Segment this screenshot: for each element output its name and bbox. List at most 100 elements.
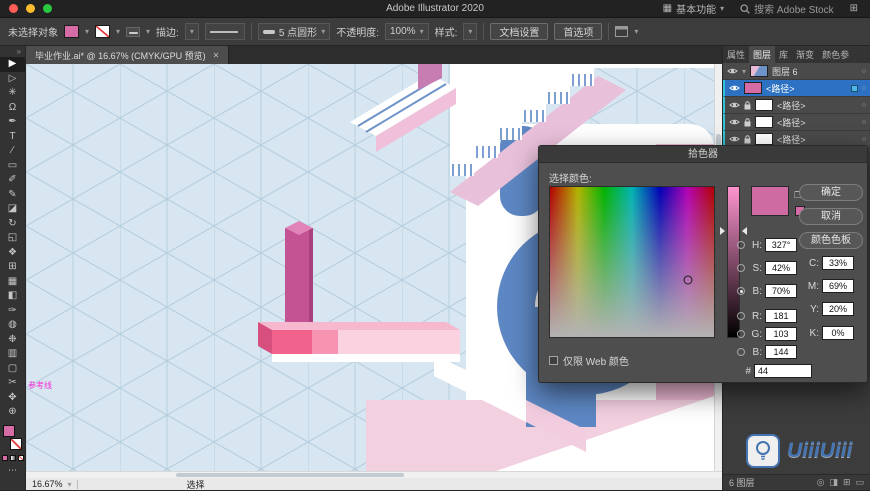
brush-definition-icon[interactable] bbox=[126, 26, 141, 37]
color-swatches-button[interactable]: 颜色色板 bbox=[799, 232, 863, 249]
document-tab[interactable]: 毕业作业.ai* @ 16.67% (CMYK/GPU 预览) ✕ bbox=[26, 46, 230, 64]
zoom-window-button[interactable] bbox=[43, 4, 52, 13]
black-input[interactable]: 0% bbox=[822, 326, 854, 340]
gradient-tool[interactable]: ◧ bbox=[0, 289, 25, 304]
fill-proxy-swatch[interactable] bbox=[3, 424, 15, 437]
zoom-tool[interactable]: ⊕ bbox=[0, 405, 25, 420]
arrange-documents-icon[interactable] bbox=[615, 26, 629, 37]
tab-properties[interactable]: 属性 bbox=[723, 46, 749, 63]
dialog-title[interactable]: 拾色器 bbox=[539, 146, 867, 163]
slider-arrow-left-icon[interactable] bbox=[720, 227, 725, 235]
symbol-sprayer-tool[interactable]: ❉ bbox=[0, 333, 25, 348]
paintbrush-tool[interactable]: ✐ bbox=[0, 173, 25, 188]
hue-input[interactable]: 327° bbox=[765, 238, 797, 252]
expand-caret-icon[interactable]: ▾ bbox=[742, 67, 746, 76]
cancel-button[interactable]: 取消 bbox=[799, 208, 863, 225]
visibility-eye-icon[interactable] bbox=[729, 101, 740, 109]
preferences-button[interactable]: 首选项 bbox=[554, 23, 603, 40]
red-input[interactable]: 181 bbox=[765, 309, 797, 323]
shape-builder-tool[interactable]: ❖ bbox=[0, 246, 25, 261]
locate-object-icon[interactable]: ◎ bbox=[817, 477, 825, 488]
brightness-input[interactable]: 70% bbox=[765, 284, 797, 298]
green-radio[interactable] bbox=[737, 330, 745, 338]
type-tool[interactable]: T bbox=[0, 130, 25, 145]
stroke-color-swatch[interactable] bbox=[95, 25, 111, 38]
stock-search[interactable]: 搜索 Adobe Stock bbox=[740, 1, 834, 16]
perspective-grid-tool[interactable]: ⊞ bbox=[0, 260, 25, 275]
magenta-input[interactable]: 69% bbox=[822, 279, 854, 293]
target-circle-icon[interactable]: ○ bbox=[862, 85, 866, 92]
blue-radio[interactable] bbox=[737, 348, 745, 356]
toolbar-expand-icon[interactable]: » bbox=[0, 46, 25, 57]
layer-row[interactable]: ▾ 图层 6 ○ bbox=[723, 63, 870, 80]
layer-name[interactable]: 图层 6 bbox=[772, 65, 858, 78]
mesh-tool[interactable]: ▦ bbox=[0, 275, 25, 290]
gradient-mode-button[interactable] bbox=[9, 454, 16, 461]
layer-name[interactable]: <路径> bbox=[777, 133, 858, 146]
lock-icon[interactable] bbox=[744, 100, 751, 110]
opacity-dropdown[interactable]: 100% ▾ bbox=[384, 23, 429, 40]
direct-selection-tool[interactable]: ▷ bbox=[0, 72, 25, 87]
tab-libraries[interactable]: 库 bbox=[775, 46, 792, 63]
horizontal-scrollbar[interactable] bbox=[26, 471, 722, 478]
red-radio[interactable] bbox=[737, 312, 745, 320]
workspace-switcher[interactable]: ▦ 基本功能 ▾ bbox=[663, 1, 724, 16]
slider-arrow-right-icon[interactable] bbox=[742, 227, 747, 235]
layer-name[interactable]: <路径> bbox=[777, 99, 858, 112]
make-mask-icon[interactable]: ◨ bbox=[829, 477, 838, 488]
rotate-tool[interactable]: ↻ bbox=[0, 217, 25, 232]
line-segment-tool[interactable]: ∕ bbox=[0, 144, 25, 159]
column-graph-tool[interactable]: ▥ bbox=[0, 347, 25, 362]
chevron-down-icon[interactable]: ▾ bbox=[85, 27, 89, 36]
style-dropdown[interactable]: ▾ bbox=[463, 23, 478, 40]
eyedropper-tool[interactable]: ✑ bbox=[0, 304, 25, 319]
brush-dropdown[interactable]: 5 点圆形 ▾ bbox=[257, 23, 331, 40]
color-field-marker[interactable] bbox=[683, 275, 693, 285]
blend-tool[interactable]: ◍ bbox=[0, 318, 25, 333]
hex-input[interactable]: 44 bbox=[754, 364, 812, 378]
visibility-eye-icon[interactable] bbox=[729, 135, 740, 143]
slice-tool[interactable]: ✂ bbox=[0, 376, 25, 391]
tab-gradient[interactable]: 渐变 bbox=[792, 46, 818, 63]
magic-wand-tool[interactable]: ✳ bbox=[0, 86, 25, 101]
zoom-level[interactable]: 16.67% bbox=[32, 479, 63, 489]
stroke-proxy-swatch[interactable] bbox=[10, 437, 22, 450]
chevron-down-icon[interactable]: ▾ bbox=[68, 480, 72, 489]
layer-name[interactable]: <路径> bbox=[766, 82, 847, 95]
stroke-weight-dropdown[interactable]: ▾ bbox=[184, 23, 199, 40]
layer-row[interactable]: <路径> ○ bbox=[723, 97, 870, 114]
pencil-tool[interactable]: ✎ bbox=[0, 188, 25, 203]
target-circle-icon[interactable]: ○ bbox=[862, 68, 866, 75]
close-window-button[interactable] bbox=[9, 4, 18, 13]
artboard-tool[interactable]: ▢ bbox=[0, 362, 25, 377]
chevron-down-icon[interactable]: ▾ bbox=[146, 27, 150, 36]
new-layer-icon[interactable]: ⊞ bbox=[843, 477, 851, 488]
ok-button[interactable]: 确定 bbox=[799, 184, 863, 201]
saturation-input[interactable]: 42% bbox=[765, 261, 797, 275]
visibility-eye-icon[interactable] bbox=[729, 84, 740, 92]
color-mode-button[interactable] bbox=[1, 454, 8, 461]
visibility-eye-icon[interactable] bbox=[729, 118, 740, 126]
fill-color-swatch[interactable] bbox=[64, 25, 79, 38]
hand-tool[interactable]: ✥ bbox=[0, 391, 25, 406]
lasso-tool[interactable]: Ω bbox=[0, 101, 25, 116]
lock-icon[interactable] bbox=[744, 134, 751, 144]
yellow-input[interactable]: 20% bbox=[822, 302, 854, 316]
delete-layer-icon[interactable]: ▭ bbox=[855, 477, 864, 488]
close-tab-icon[interactable]: ✕ bbox=[213, 51, 220, 60]
color-field[interactable] bbox=[549, 186, 715, 338]
hue-radio[interactable] bbox=[737, 241, 745, 249]
scale-tool[interactable]: ◱ bbox=[0, 231, 25, 246]
edit-toolbar-icon[interactable]: ⋯ bbox=[8, 465, 17, 476]
visibility-eye-icon[interactable] bbox=[727, 67, 738, 75]
apps-grid-icon[interactable]: ⊞ bbox=[850, 3, 858, 14]
rectangle-tool[interactable]: ▭ bbox=[0, 159, 25, 174]
layer-row[interactable]: <路径> ○ bbox=[723, 114, 870, 131]
green-input[interactable]: 103 bbox=[765, 327, 797, 341]
pen-tool[interactable]: ✒ bbox=[0, 115, 25, 130]
tab-color-guide[interactable]: 颜色参 bbox=[818, 46, 853, 63]
target-circle-icon[interactable]: ○ bbox=[862, 136, 866, 143]
width-profile-dropdown[interactable] bbox=[204, 23, 245, 40]
layer-name[interactable]: <路径> bbox=[777, 116, 858, 129]
none-mode-button[interactable] bbox=[17, 454, 24, 461]
